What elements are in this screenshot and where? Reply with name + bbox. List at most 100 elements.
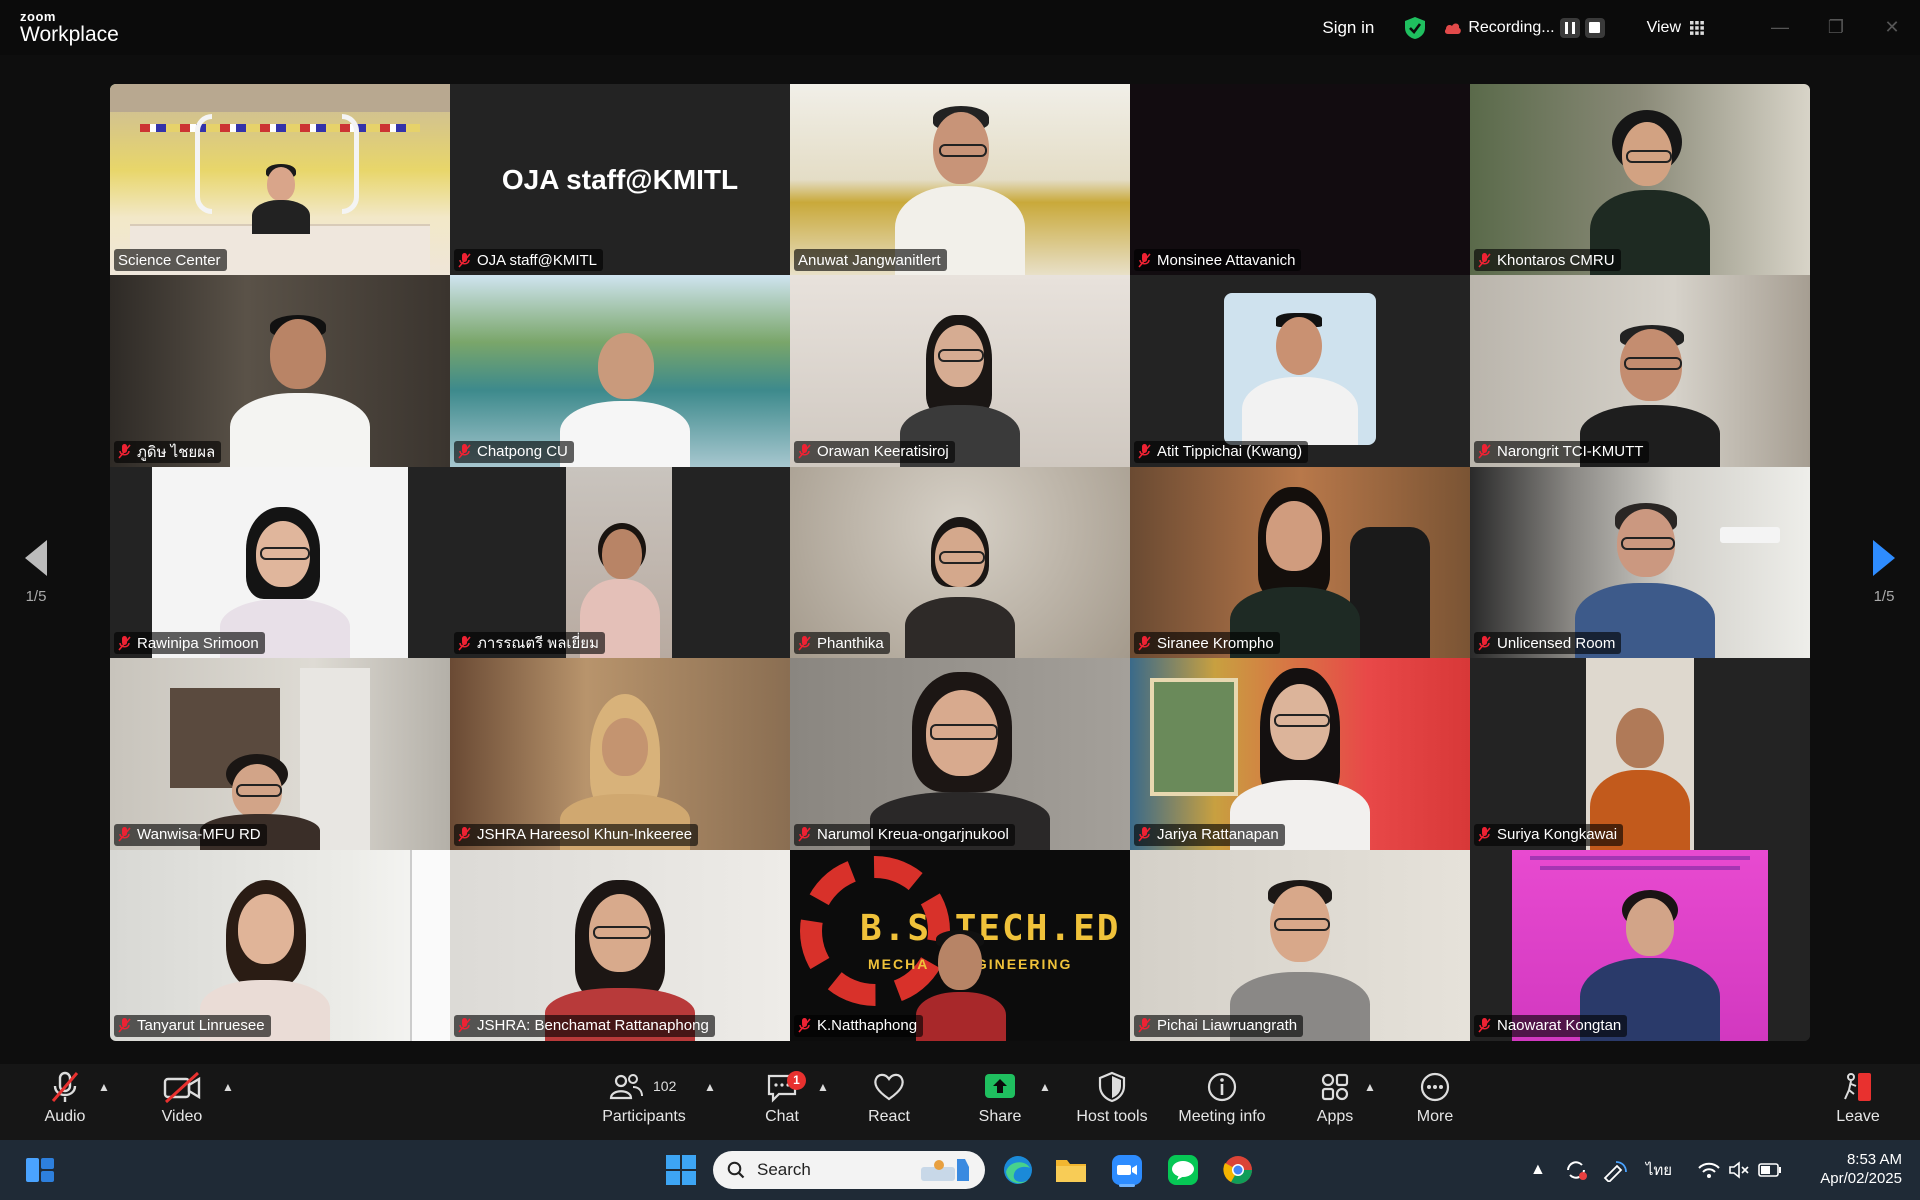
host-tools-button[interactable]: Host tools: [1067, 1070, 1157, 1136]
meeting-toolbar: Audio ▲ Video ▲ 102 Participants ▲ 1 Cha…: [0, 1064, 1920, 1140]
participant-tile[interactable]: Chatpong CU: [450, 275, 790, 467]
audio-button[interactable]: Audio: [20, 1070, 110, 1136]
participant-name-tag: Phanthika: [794, 632, 890, 655]
file-explorer-button[interactable]: [1051, 1150, 1091, 1190]
participant-tile[interactable]: Narongrit TCI-KMUTT: [1470, 275, 1810, 467]
participant-name: Science Center: [118, 251, 221, 269]
participant-tile[interactable]: Science Center: [110, 84, 450, 276]
participant-tile[interactable]: Atit Tippichai (Kwang): [1130, 275, 1470, 467]
participants-button[interactable]: 102 Participants: [599, 1070, 689, 1136]
participant-name: Pichai Liawruangrath: [1157, 1017, 1298, 1035]
participant-name-tag: Narumol Kreua-ongarjnukool: [794, 823, 1015, 846]
widgets-button[interactable]: [20, 1150, 60, 1190]
participant-tile[interactable]: Anuwat Jangwanitlert: [790, 84, 1130, 276]
participant-name: Phanthika: [817, 634, 884, 652]
participant-name: Tanyarut Linruesee: [137, 1017, 265, 1035]
video-button[interactable]: Video: [137, 1070, 227, 1136]
edge-browser-button[interactable]: [998, 1150, 1038, 1190]
taskbar-search[interactable]: Search: [713, 1151, 985, 1189]
chat-button[interactable]: 1 Chat: [737, 1070, 827, 1136]
participant-tile[interactable]: ภารรณตรี พลเยี่ยม: [450, 466, 790, 659]
mic-muted-icon: [118, 1018, 131, 1033]
participant-tile[interactable]: Suriya Kongkawai: [1470, 658, 1810, 850]
os-taskbar: Search ▲ ไทย 8:53 AM Apr/02/2025: [0, 1140, 1920, 1200]
participant-tile[interactable]: Jariya Rattanapan: [1130, 658, 1470, 850]
participant-tile[interactable]: Khontaros CMRU: [1470, 84, 1810, 276]
participant-tile[interactable]: Phanthika: [790, 466, 1130, 659]
recording-indicator[interactable]: Recording...: [1444, 17, 1605, 38]
edge-icon: [1004, 1156, 1032, 1184]
participant-tile[interactable]: Orawan Keeratisiroj: [790, 275, 1130, 467]
participant-tile[interactable]: Rawinipa Srimoon: [110, 466, 450, 659]
participant-tile[interactable]: JSHRA Hareesol Khun-Inkeeree: [450, 658, 790, 850]
participant-name-tag: Chatpong CU: [454, 440, 574, 463]
chat-unread-badge: 1: [787, 1071, 806, 1090]
input-language[interactable]: ไทย: [1646, 1158, 1672, 1182]
react-label: React: [868, 1108, 910, 1125]
show-hidden-icons-chevron-icon[interactable]: ▲: [1530, 1161, 1546, 1179]
apps-options-caret[interactable]: ▲: [1364, 1080, 1376, 1094]
start-button[interactable]: [661, 1150, 701, 1190]
video-options-caret[interactable]: ▲: [222, 1080, 234, 1094]
participant-tile[interactable]: Monsinee Attavanich: [1130, 84, 1470, 276]
share-label: Share: [978, 1108, 1022, 1125]
participant-name: OJA staff@KMITL: [477, 251, 597, 269]
participant-name-tag: Tanyarut Linruesee: [114, 1014, 271, 1037]
minimize-window-button[interactable]: —: [1752, 0, 1808, 55]
view-button[interactable]: View: [1647, 19, 1704, 37]
chat-options-caret[interactable]: ▲: [817, 1080, 829, 1094]
line-app-button[interactable]: [1163, 1150, 1203, 1190]
participant-tile[interactable]: Siranee Krompho: [1130, 466, 1470, 659]
audio-options-caret[interactable]: ▲: [98, 1080, 110, 1094]
participant-tile[interactable]: Unlicensed Room: [1470, 466, 1810, 659]
participant-tile[interactable]: Tanyarut Linruesee: [110, 849, 450, 1041]
chrome-browser-button[interactable]: [1218, 1150, 1258, 1190]
cloud-recording-icon: [1445, 23, 1462, 34]
participant-name-tag: ภารรณตรี พลเยี่ยม: [454, 632, 605, 655]
meeting-info-button[interactable]: Meeting info: [1172, 1070, 1272, 1136]
battery-icon[interactable]: [1758, 1163, 1782, 1177]
participants-options-caret[interactable]: ▲: [704, 1080, 716, 1094]
close-window-button[interactable]: ✕: [1864, 0, 1920, 55]
heart-icon: [874, 1073, 904, 1101]
previous-page-button[interactable]: 1/5: [16, 540, 56, 605]
more-button[interactable]: More: [1390, 1070, 1480, 1136]
leave-meeting-button[interactable]: Leave: [1812, 1070, 1904, 1136]
stop-icon: [1589, 22, 1601, 33]
participant-tile[interactable]: Pichai Liawruangrath: [1130, 849, 1470, 1041]
stop-recording-button[interactable]: [1584, 17, 1605, 38]
encryption-shield-icon[interactable]: [1404, 16, 1426, 40]
sync-icon[interactable]: [1564, 1158, 1588, 1182]
speaker-muted-icon[interactable]: [1728, 1161, 1750, 1179]
participant-name-tag: Khontaros CMRU: [1474, 249, 1621, 272]
participant-name: Suriya Kongkawai: [1497, 826, 1618, 844]
participant-tile[interactable]: Wanwisa-MFU RD: [110, 658, 450, 850]
system-clock[interactable]: 8:53 AM Apr/02/2025: [1820, 1150, 1902, 1188]
zoom-app-button[interactable]: [1107, 1150, 1147, 1190]
leave-label: Leave: [1836, 1108, 1880, 1125]
participant-tile[interactable]: Naowarat Kongtan: [1470, 849, 1810, 1041]
participants-count: 102: [653, 1078, 677, 1094]
sign-in-link[interactable]: Sign in: [1322, 18, 1374, 38]
react-button[interactable]: React: [844, 1070, 934, 1136]
participant-tile[interactable]: B.S TECH.ED MECHA ENGINEERING K.Natthaph…: [790, 849, 1130, 1041]
participants-icon: [609, 1074, 643, 1100]
page-indicator-left: 1/5: [25, 588, 47, 605]
participant-tile[interactable]: JSHRA: Benchamat Rattanaphong: [450, 849, 790, 1041]
participant-tile[interactable]: ภูดิษ ไชยผล: [110, 275, 450, 467]
pause-recording-button[interactable]: [1559, 17, 1580, 38]
logo-zoom-text: zoom: [20, 9, 56, 24]
share-button[interactable]: Share: [955, 1070, 1045, 1136]
share-screen-icon: [985, 1074, 1015, 1098]
participant-tile[interactable]: Narumol Kreua-ongarjnukool: [790, 658, 1130, 850]
maximize-window-button[interactable]: ❐: [1808, 0, 1864, 55]
participant-name-tag: K.Natthaphong: [794, 1014, 924, 1037]
participant-name: Jariya Rattanapan: [1157, 826, 1279, 844]
participant-name: Siranee Krompho: [1157, 634, 1274, 652]
participant-tile[interactable]: OJA staff@KMITL OJA staff@KMITL: [450, 84, 790, 276]
wifi-icon[interactable]: [1698, 1161, 1720, 1179]
next-page-button[interactable]: 1/5: [1864, 540, 1904, 605]
participant-name-tag: Anuwat Jangwanitlert: [794, 249, 947, 272]
pen-input-icon[interactable]: [1602, 1158, 1628, 1182]
share-options-caret[interactable]: ▲: [1039, 1080, 1051, 1094]
